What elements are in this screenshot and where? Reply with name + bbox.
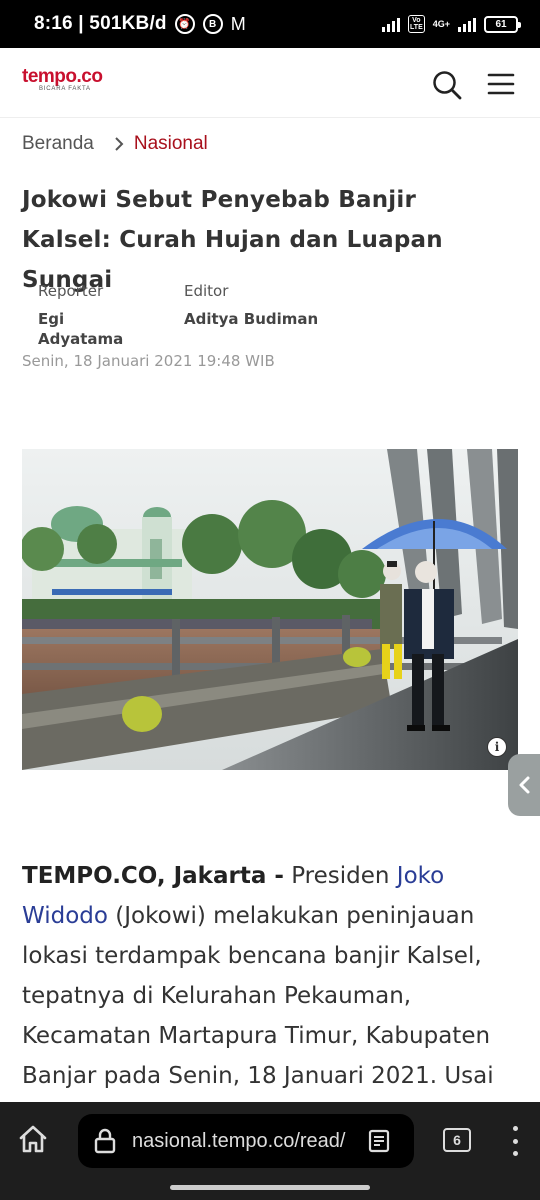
search-icon[interactable] [432,70,462,100]
4g-icon: 4G+ [432,18,450,29]
article-credits: Reporter Egi Adyatama Editor Aditya Budi… [38,281,324,349]
gmail-icon: M [230,13,246,34]
battery-icon: 61 [484,15,521,33]
hamburger-menu-icon[interactable] [487,73,515,95]
article-body: TEMPO.CO, Jakarta - Presiden Joko Widodo… [22,856,502,1092]
address-bar[interactable]: nasional.tempo.co/read/ [78,1114,414,1168]
more-options-icon[interactable] [505,1126,525,1156]
lock-icon[interactable] [94,1128,116,1154]
home-icon[interactable] [18,1124,48,1154]
volte-icon: Vo LTE [408,15,425,33]
body-text-2: (Jokowi) melakukan peninjauan lokasi ter… [22,903,494,1089]
reader-mode-icon[interactable] [368,1129,390,1153]
b-icon: B [202,14,223,34]
site-header: tempo.co BICARA FAKTA [0,48,540,118]
reporter-name[interactable]: Egi Adyatama [38,309,144,349]
publish-date: Senin, 18 Januari 2021 19:48 WIB [22,352,275,370]
time-speed: 8:16 | 501KB/d [34,13,167,34]
signal-icon-2 [458,16,476,32]
gesture-bar[interactable] [170,1185,370,1190]
chevron-right-icon [114,136,124,152]
breadcrumb-current[interactable]: Nasional [134,133,208,155]
alarm-icon: ⏰ [174,14,195,34]
article-dateline: TEMPO.CO, Jakarta - [22,863,284,889]
status-bar: 8:16 | 501KB/d ⏰ B M Vo LTE 4G+ 61 [0,0,540,48]
logo-text: tempo.co [22,66,103,87]
tempo-logo[interactable]: tempo.co BICARA FAKTA [22,66,103,92]
editor-label: Editor [184,282,229,300]
chevron-left-icon [519,776,530,794]
body-text-1: Presiden [283,863,397,889]
article-photo[interactable] [22,449,518,770]
breadcrumb: Beranda Nasional [22,133,208,155]
editor-name[interactable]: Aditya Budiman [184,309,324,329]
signal-icon [382,16,401,32]
url-text[interactable]: nasional.tempo.co/read/ [132,1130,354,1153]
info-icon[interactable]: i [487,737,507,757]
breadcrumb-home[interactable]: Beranda [22,133,94,155]
tab-switcher-button[interactable]: 6 [443,1128,471,1152]
side-panel-toggle[interactable] [508,754,540,816]
reporter-label: Reporter [38,282,104,300]
